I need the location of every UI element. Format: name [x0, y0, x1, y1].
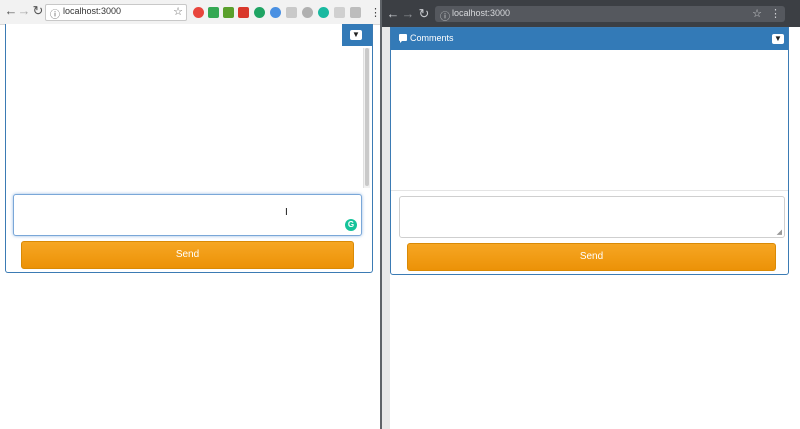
comment-icon [399, 34, 407, 43]
extension-icon[interactable] [302, 7, 313, 18]
left-message-input[interactable]: I G [13, 194, 362, 236]
back-arrow-icon[interactable]: ← [4, 4, 18, 18]
extension-icon[interactable] [286, 7, 297, 18]
back-arrow-icon[interactable]: ← [386, 7, 400, 21]
left-url-text: localhost:3000 [63, 6, 122, 16]
extension-icon[interactable] [238, 7, 249, 18]
forward-arrow-icon[interactable]: → [401, 7, 415, 21]
comments-header: Comments ▼ [391, 28, 788, 50]
extension-icon[interactable] [193, 7, 204, 18]
right-browser-window: ← → ↻ ⓘ localhost:3000 ☆ ⋮ Comments ▼ ◢ … [382, 0, 800, 429]
right-browser-toolbar: ← → ↻ ⓘ localhost:3000 ☆ ⋮ [382, 0, 800, 27]
right-send-button[interactable]: Send [407, 243, 776, 271]
left-minimize-button[interactable]: ▼ [342, 24, 372, 46]
chevron-down-icon: ▼ [350, 30, 362, 40]
left-message-scrollbar[interactable] [363, 48, 370, 188]
extension-icon[interactable] [254, 7, 265, 18]
extension-icon[interactable] [270, 7, 281, 18]
extension-icon[interactable] [208, 7, 219, 18]
info-icon[interactable]: ⓘ [440, 8, 450, 23]
right-address-bar[interactable]: ⓘ localhost:3000 ☆ ⋮ [435, 6, 785, 23]
extension-icon[interactable] [334, 7, 345, 18]
reload-icon[interactable]: ↻ [417, 7, 431, 21]
left-address-bar[interactable]: ⓘ localhost:3000 ☆ [45, 4, 187, 21]
forward-arrow-icon[interactable]: → [17, 4, 31, 18]
kebab-menu-icon[interactable]: ⋮ [770, 7, 781, 20]
bookmark-star-icon[interactable]: ☆ [173, 5, 183, 18]
scrollbar-thumb[interactable] [365, 48, 369, 186]
extension-icon[interactable] [350, 7, 361, 18]
left-browser-window: ← → ↻ ⓘ localhost:3000 ☆ ⋮ ▼ I G Send [0, 0, 381, 429]
right-message-area [391, 50, 788, 191]
text-cursor-icon: I [285, 207, 288, 218]
bookmark-star-icon[interactable]: ☆ [752, 7, 762, 20]
extension-icon[interactable] [318, 7, 329, 18]
right-url-text: localhost:3000 [452, 8, 511, 18]
left-browser-toolbar: ← → ↻ ⓘ localhost:3000 ☆ ⋮ [0, 0, 381, 25]
reload-icon[interactable]: ↻ [31, 4, 45, 18]
left-send-button[interactable]: Send [21, 241, 354, 269]
comments-title: Comments [410, 33, 454, 43]
info-icon[interactable]: ⓘ [50, 6, 60, 21]
resize-handle-icon[interactable]: ◢ [777, 229, 782, 236]
right-message-input[interactable]: ◢ [399, 196, 785, 238]
extension-icon[interactable] [223, 7, 234, 18]
right-page-gutter [382, 27, 390, 429]
right-chat-panel: Comments ▼ ◢ Send [390, 27, 789, 275]
chevron-down-icon[interactable]: ▼ [772, 34, 784, 44]
grammarly-icon[interactable]: G [345, 219, 357, 231]
